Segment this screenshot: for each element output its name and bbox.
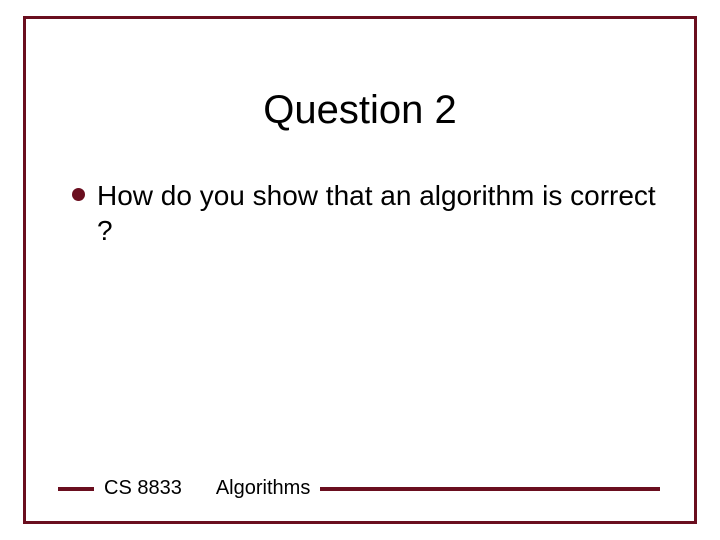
footer-rule-left [58, 487, 94, 491]
bullet-text: How do you show that an algorithm is cor… [97, 178, 660, 248]
slide-title: Question 2 [0, 88, 720, 133]
footer-rule-right [320, 487, 660, 491]
footer-topic: Algorithms [216, 477, 320, 500]
slide-footer: CS 8833 Algorithms [0, 477, 720, 500]
bullet-icon [72, 188, 85, 201]
slide-body: How do you show that an algorithm is cor… [72, 178, 660, 248]
footer-course-code: CS 8833 [94, 477, 196, 500]
bullet-item: How do you show that an algorithm is cor… [72, 178, 660, 248]
